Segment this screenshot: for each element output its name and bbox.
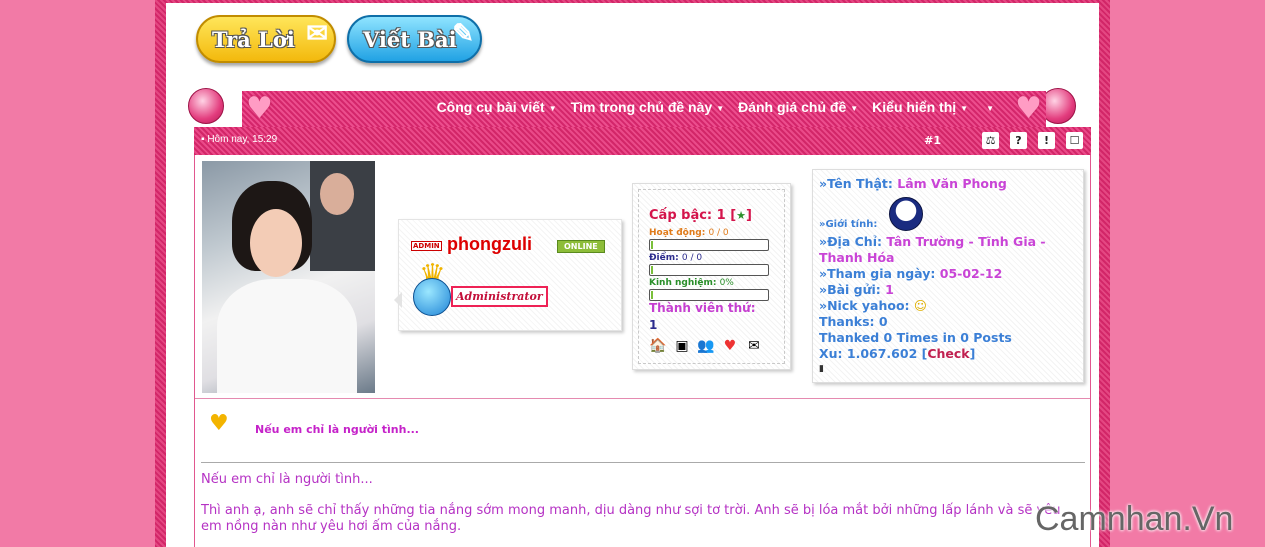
online-status-badge: ONLINE <box>557 240 605 253</box>
menu-rate-thread[interactable]: Đánh giá chủ đề ▼ <box>738 99 858 115</box>
admin-badge: ADMIN <box>411 241 442 251</box>
envelope-icon: ✉ <box>306 19 328 49</box>
new-post-label: Viết Bài <box>363 26 457 52</box>
menu-display-mode[interactable]: Kiểu hiển thị ▼ <box>872 99 968 115</box>
real-name-row: »Tên Thật: Lâm Văn Phong <box>819 176 1007 191</box>
cupid-icon: ♥ <box>209 411 229 436</box>
user-title: Administrator <box>451 286 548 307</box>
activity-label: Hoạt động: 0 / 0 <box>649 228 729 238</box>
user-avatar-photo <box>202 161 375 393</box>
select-checkbox[interactable]: ☐ <box>1066 132 1083 149</box>
gender-male-icon <box>889 197 923 231</box>
username-link[interactable]: phongzuli <box>447 234 532 255</box>
post-date: ▪ Hôm nay, 15:29 <box>201 134 278 145</box>
friends-icon[interactable]: 👥 <box>697 337 715 355</box>
star-icon: ★ <box>736 209 747 222</box>
address-row-2: Thanh Hóa <box>819 250 895 265</box>
post-header-bar: ▪ Hôm nay, 15:29 #1 ⚖ ? ! ☐ <box>194 127 1091 155</box>
post-number-link[interactable]: #1 <box>924 134 941 147</box>
address-row: »Địa Chỉ: Tân Trường - Tĩnh Gia - <box>819 234 1046 249</box>
yahoo-row: »Nick yahoo: ☺ <box>819 298 927 313</box>
menu-more[interactable]: ▼ <box>982 99 994 115</box>
posts-row: »Bài gửi: 1 <box>819 282 894 297</box>
forum-page-frame: Trả Lời ✉ Viết Bài ✎ ♥ ♥ Công cụ bài viế… <box>155 0 1110 547</box>
message-icon[interactable]: ✉ <box>745 337 763 355</box>
member-number-label: Thành viên thứ: <box>649 301 756 315</box>
admin-mascot-icon <box>413 278 451 316</box>
small-icon: ▮ <box>819 364 824 374</box>
title-divider <box>201 462 1085 463</box>
heart-icon: ♥ <box>1015 91 1042 126</box>
quote-icon[interactable]: ? <box>1010 132 1027 149</box>
heart-icon[interactable]: ♥ <box>721 337 739 355</box>
member-number: 1 <box>649 318 658 332</box>
heart-icon: ♥ <box>246 91 273 126</box>
user-profile-box: »Tên Thật: Lâm Văn Phong »Giới tính: »Đị… <box>812 169 1084 383</box>
gender-row: »Giới tính: <box>819 219 878 230</box>
rank-label: Cấp bậc: 1 [★] <box>649 208 752 223</box>
content-area: Trả Lời ✉ Viết Bài ✎ ♥ ♥ Công cụ bài viế… <box>166 3 1099 547</box>
user-name-card: ADMIN phongzuli ONLINE ♛ Administrator <box>394 219 622 331</box>
pencil-icon: ✎ <box>452 19 474 49</box>
post-text-paragraph: Thì anh ạ, anh sẽ chỉ thấy những tia nắn… <box>201 503 1061 534</box>
thanked-row: Thanked 0 Times in 0 Posts <box>819 330 1012 345</box>
reply-label: Trả Lời <box>212 26 295 52</box>
thanks-row: Thanks: 0 <box>819 314 888 329</box>
exp-label: Kinh nghiệm: 0% <box>649 278 734 288</box>
new-post-button[interactable]: Viết Bài ✎ <box>347 15 482 63</box>
scale-icon[interactable]: ⚖ <box>982 132 999 149</box>
post-text-line-1: Nếu em chỉ là người tình... <box>201 472 373 487</box>
report-icon[interactable]: ! <box>1038 132 1055 149</box>
reply-button[interactable]: Trả Lời ✉ <box>196 15 336 63</box>
menu-post-tools[interactable]: Công cụ bài viết ▼ <box>437 99 557 115</box>
user-stats-box: Cấp bậc: 1 [★] Hoạt động: 0 / 0 Điểm: 0 … <box>632 183 791 370</box>
check-link[interactable]: Check <box>927 346 969 361</box>
xu-row: Xu: 1.067.602 [Check] <box>819 346 976 361</box>
gallery-icon[interactable]: ▣ <box>673 337 691 355</box>
activity-bar <box>649 239 769 251</box>
yahoo-status-icon: ☺ <box>913 298 927 313</box>
thread-toolbar: ♥ ♥ Công cụ bài viết ▼ Tìm trong chủ đề n… <box>242 91 1046 129</box>
home-icon[interactable]: 🏠 <box>649 337 667 355</box>
joined-row: »Tham gia ngày: 05-02-12 <box>819 266 1003 281</box>
watermark: Camnhan.Vn <box>1035 500 1234 538</box>
post-title: Nếu em chỉ là người tình... <box>255 423 419 436</box>
divider <box>195 398 1090 399</box>
points-label: Điểm: 0 / 0 <box>649 253 703 263</box>
exp-bar <box>649 289 769 301</box>
post-body: ADMIN phongzuli ONLINE ♛ Administrator C… <box>194 155 1091 547</box>
points-bar <box>649 264 769 276</box>
decor-ball-left <box>188 88 224 124</box>
menu-search-thread[interactable]: Tìm trong chủ đề này ▼ <box>571 99 725 115</box>
